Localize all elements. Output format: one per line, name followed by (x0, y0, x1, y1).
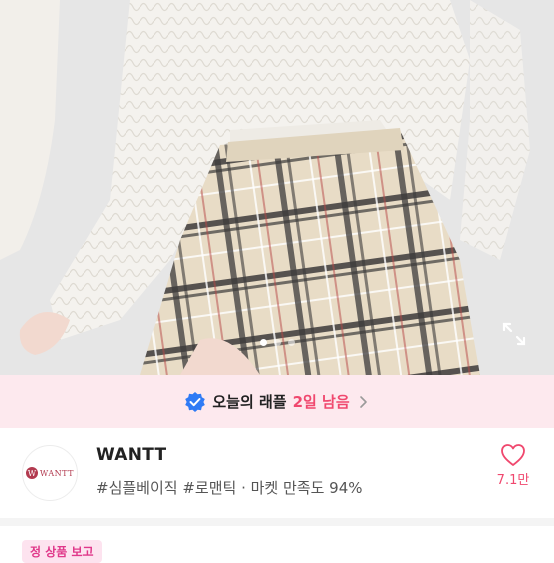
logo-text: WANTT (40, 468, 74, 478)
raffle-title: 오늘의 래플 (212, 393, 287, 411)
shop-logo: W WANTT (26, 467, 74, 479)
heart-icon (501, 444, 525, 466)
like-button[interactable]: 7.1만 (490, 443, 536, 488)
shop-tags: #심플베이직 #로맨틱 · 마켓 만족도 94% (96, 479, 363, 497)
carousel-dot[interactable] (287, 339, 295, 346)
verified-badge-icon (185, 391, 206, 412)
shop-avatar[interactable]: W WANTT (22, 445, 78, 501)
raffle-banner[interactable]: 오늘의 래플 2일 남음 (0, 375, 554, 428)
carousel-indicator (0, 339, 554, 347)
carousel-dot[interactable] (273, 339, 281, 346)
chevron-right-icon (359, 395, 367, 408)
shop-name[interactable]: WANTT (96, 445, 166, 465)
product-image[interactable] (0, 0, 554, 375)
like-count: 7.1만 (496, 473, 530, 488)
shop-info[interactable]: W WANTT WANTT #심플베이직 #로맨틱 · 마켓 만족도 94% 7… (0, 428, 554, 518)
raffle-remaining: 2일 남음 (292, 393, 350, 411)
logo-mark-icon: W (26, 467, 39, 479)
carousel-dot-active[interactable] (259, 339, 267, 346)
product-badge: 정 상품 보고 (22, 540, 102, 563)
expand-image-button[interactable] (498, 318, 530, 350)
section-divider (0, 518, 554, 526)
expand-icon (502, 322, 526, 346)
